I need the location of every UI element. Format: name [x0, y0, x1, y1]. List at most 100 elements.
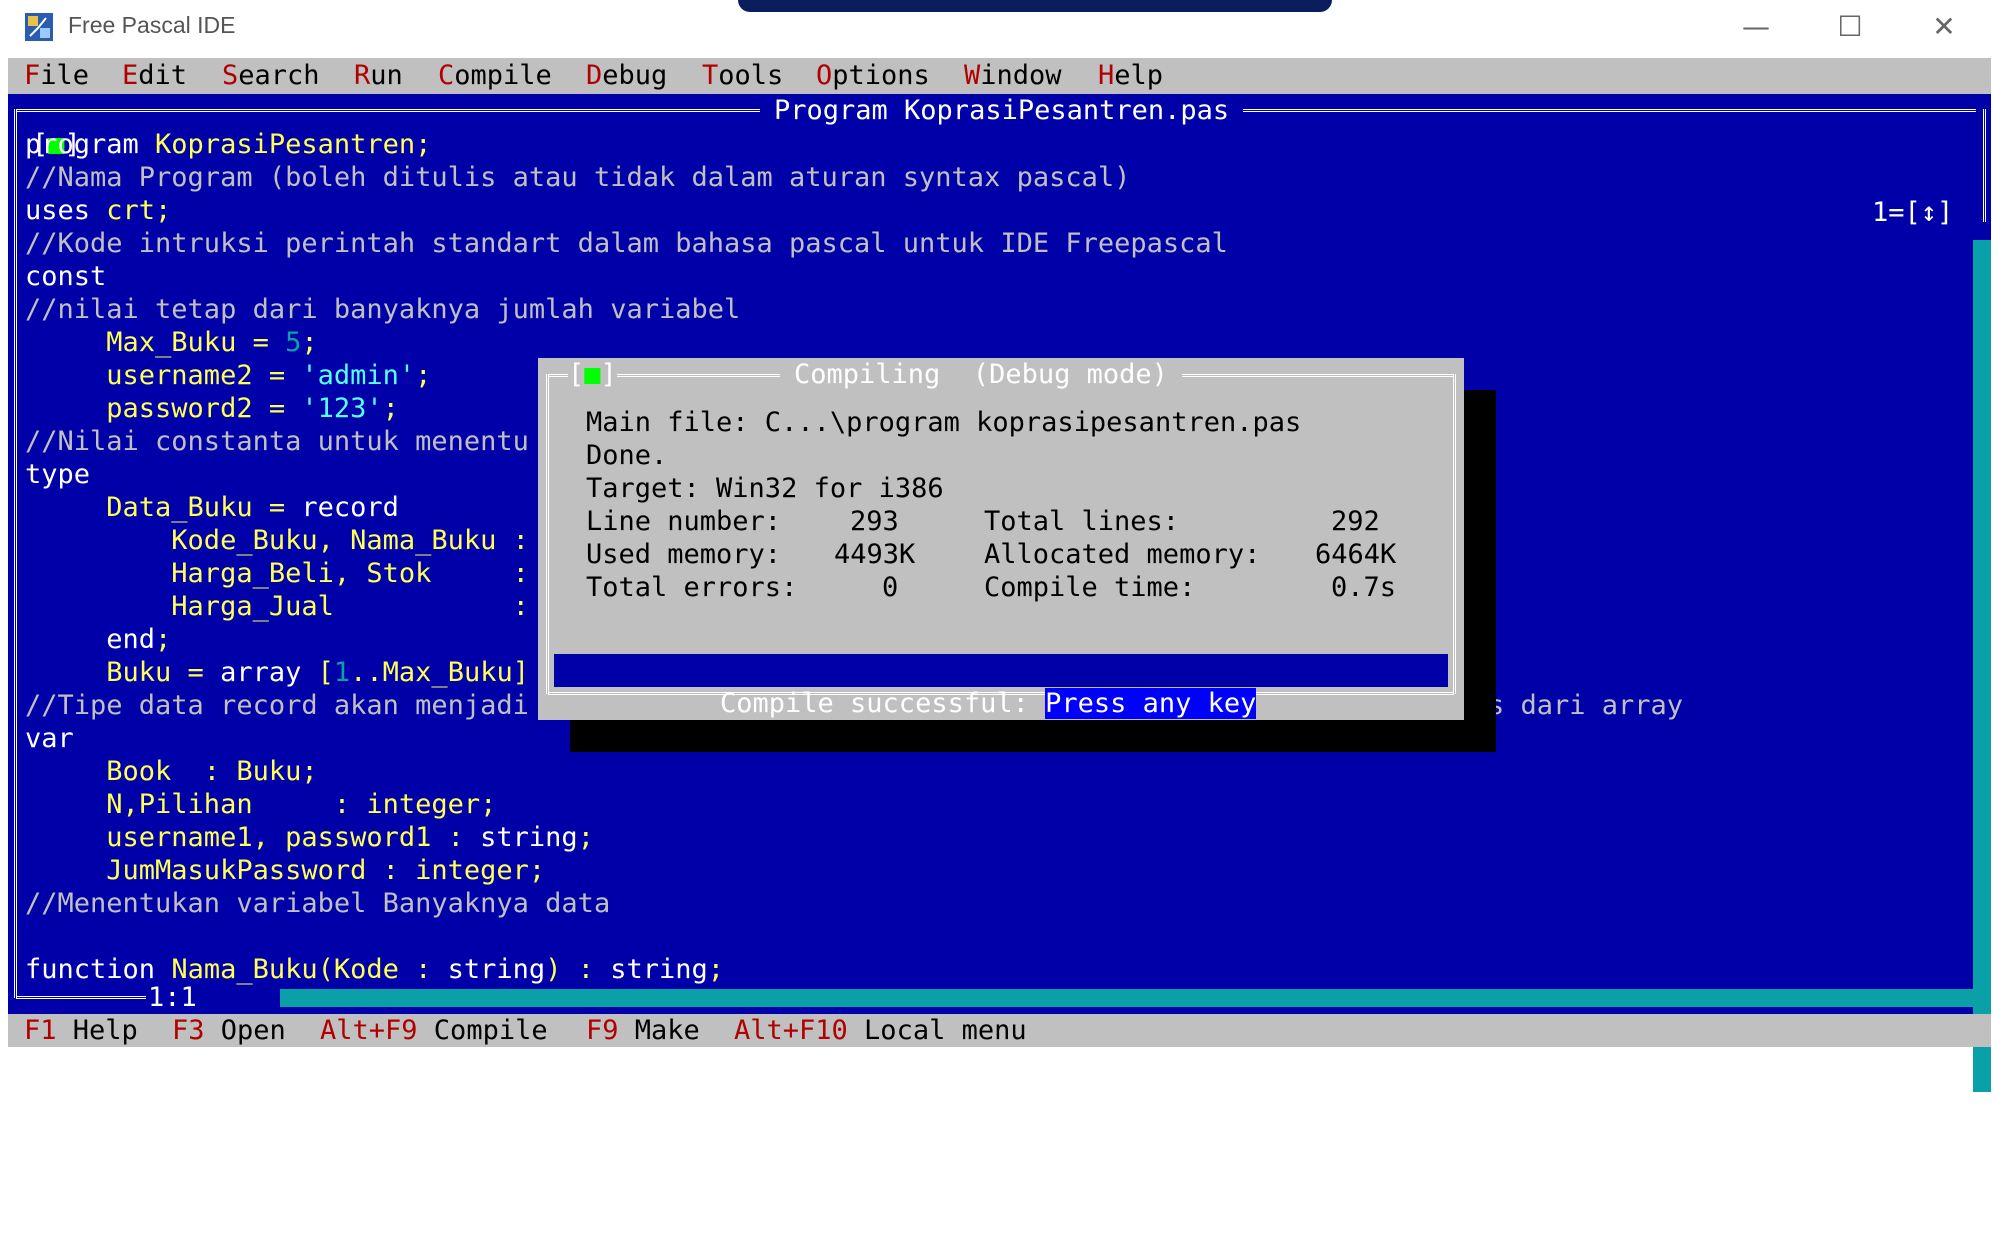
code-token: JumMasukPassword : integer; — [25, 855, 546, 886]
code-token: Book : Buku; — [25, 756, 318, 787]
menu-options[interactable]: Options — [816, 60, 930, 92]
compiling-dialog[interactable]: [■] Compiling (Debug mode) Main file: C.… — [538, 358, 1464, 720]
code-token: username2 = — [25, 360, 302, 391]
status-local-menu[interactable]: Alt+F10 Local menu — [734, 1014, 1027, 1047]
total-errors-label: Total errors: — [586, 572, 798, 603]
code-line[interactable]: uses crt; — [25, 194, 1683, 227]
status-compile[interactable]: Alt+F9 Compile — [320, 1014, 548, 1047]
menu-run[interactable]: Run — [354, 60, 403, 92]
code-line[interactable]: JumMasukPassword : integer; — [25, 854, 1683, 887]
code-token: uses — [25, 195, 107, 226]
code-token: //Kode intruksi perintah standart dalam … — [25, 228, 1228, 259]
code-token: '123' — [301, 393, 383, 424]
code-token: N,Pilihan : integer; — [25, 789, 497, 820]
code-token: array — [220, 657, 318, 688]
used-memory-value: 4493K — [834, 539, 916, 570]
menu-tools[interactable]: Tools — [702, 60, 783, 92]
code-line[interactable]: //Kode intruksi perintah standart dalam … — [25, 227, 1683, 260]
status-bar: F1 Help F3 Open Alt+F9 Compile F9 Make A… — [8, 1014, 1991, 1047]
menu-debug[interactable]: Debug — [586, 60, 667, 92]
allocated-memory-value: 6464K — [1315, 539, 1397, 570]
allocated-memory-label: Allocated memory: — [984, 539, 1261, 570]
code-token: type — [25, 459, 91, 490]
code-token: Data_Buku = — [25, 492, 302, 523]
code-line[interactable]: const — [25, 260, 1683, 293]
code-token: KoprasiPesantren; — [155, 129, 432, 160]
code-token: //Menentukan variabel Banyaknya data — [25, 888, 611, 919]
cursor-position: 1:1 — [148, 982, 197, 1013]
window-number-indicator[interactable]: 1=[↕] — [1872, 196, 1954, 230]
code-token: password2 = — [25, 393, 302, 424]
editor-file-title: Program KoprasiPesantren.pas — [760, 94, 1244, 128]
dialog-frame-left — [546, 374, 549, 694]
code-line[interactable]: username1, password1 : string; — [25, 821, 1683, 854]
menu-help[interactable]: Help — [1098, 60, 1163, 92]
code-line[interactable]: program KoprasiPesantren; — [25, 128, 1683, 161]
code-line[interactable]: //Menentukan variabel Banyaknya data — [25, 887, 1683, 920]
menu-file[interactable]: File — [24, 60, 89, 92]
code-token: ; — [301, 327, 318, 358]
code-token: [ — [317, 657, 334, 688]
dialog-close-box[interactable]: [■] — [568, 358, 617, 391]
vertical-scroll-thumb[interactable] — [1973, 222, 1991, 240]
compile-status-text: Compile successful: — [720, 688, 1046, 719]
code-token: Harga_Jual : — [25, 591, 529, 622]
maximize-button[interactable]: ☐ — [1822, 8, 1878, 46]
code-line[interactable]: //Nama Program (boleh ditulis atau tidak… — [25, 161, 1683, 194]
compile-status-bar: Compile successful: Press any key — [554, 654, 1448, 719]
code-token: Buku = — [25, 657, 221, 688]
title-bar: Free Pascal IDE — ☐ ✕ — [0, 0, 1993, 56]
menu-compile[interactable]: Compile — [438, 60, 552, 92]
code-line[interactable]: //nilai tetap dari banyaknya jumlah vari… — [25, 293, 1683, 326]
horizontal-scrollbar[interactable] — [240, 989, 1980, 1007]
code-token: ; — [155, 624, 172, 655]
menu-bar: File Edit Search Run Compile Debug Tools… — [8, 58, 1991, 94]
close-button[interactable]: ✕ — [1916, 8, 1972, 46]
line-number-label: Line number: — [586, 506, 782, 537]
code-token: username1, password1 : — [25, 822, 481, 853]
code-token: 'admin' — [301, 360, 416, 391]
code-token: const — [25, 261, 107, 292]
target-text: Target: Win32 for i386 — [586, 473, 944, 504]
code-token: //Nama Program (boleh ditulis atau tidak… — [25, 162, 1131, 193]
code-line[interactable]: Book : Buku; — [25, 755, 1683, 788]
code-token: program — [25, 129, 156, 160]
code-token: record — [301, 492, 399, 523]
done-text: Done. — [586, 440, 668, 471]
bottom-frame-left — [16, 996, 146, 999]
code-line[interactable] — [25, 920, 1683, 953]
code-line[interactable]: Max_Buku = 5; — [25, 326, 1683, 359]
status-make[interactable]: F9 Make — [586, 1014, 700, 1047]
code-token: ; — [415, 360, 432, 391]
menu-window[interactable]: Window — [964, 60, 1062, 92]
code-token: 5 — [285, 327, 302, 358]
status-help[interactable]: F1 Help — [24, 1014, 138, 1047]
code-token: //nilai tetap dari banyaknya jumlah vari… — [25, 294, 741, 325]
code-token: ; — [577, 822, 594, 853]
code-line[interactable]: N,Pilihan : integer; — [25, 788, 1683, 821]
main-file-text: Main file: C...\program koprasipesantren… — [586, 407, 1302, 438]
compile-time-label: Compile time: — [984, 572, 1196, 603]
editor-bottom-row: 1:1 — [8, 981, 1991, 1014]
code-token: 1 — [333, 657, 351, 688]
menu-edit[interactable]: Edit — [122, 60, 187, 92]
minimize-button[interactable]: — — [1728, 8, 1784, 46]
status-open[interactable]: F3 Open — [172, 1014, 286, 1047]
code-token: ..Max_Buku] — [350, 657, 529, 688]
total-lines-value: 292 — [1331, 506, 1380, 537]
vertical-scrollbar[interactable] — [1973, 222, 1991, 1092]
horizontal-scroll-thumb[interactable] — [240, 989, 280, 1007]
top-decoration-bar — [738, 0, 1332, 12]
code-token: ; — [382, 393, 399, 424]
compile-time-value: 0.7s — [1331, 572, 1397, 603]
total-errors-value: 0 — [882, 572, 899, 603]
dialog-frame-right — [1453, 374, 1456, 694]
free-pascal-app-icon — [24, 12, 54, 42]
code-token: crt; — [106, 195, 172, 226]
code-token: Kode_Buku, Nama_Buku : — [25, 525, 529, 556]
code-token: Max_Buku = — [25, 327, 286, 358]
code-token: end — [25, 624, 156, 655]
code-token: var — [25, 723, 74, 754]
press-any-key-prompt[interactable]: Press any key — [1045, 688, 1257, 719]
menu-search[interactable]: Search — [222, 60, 320, 92]
